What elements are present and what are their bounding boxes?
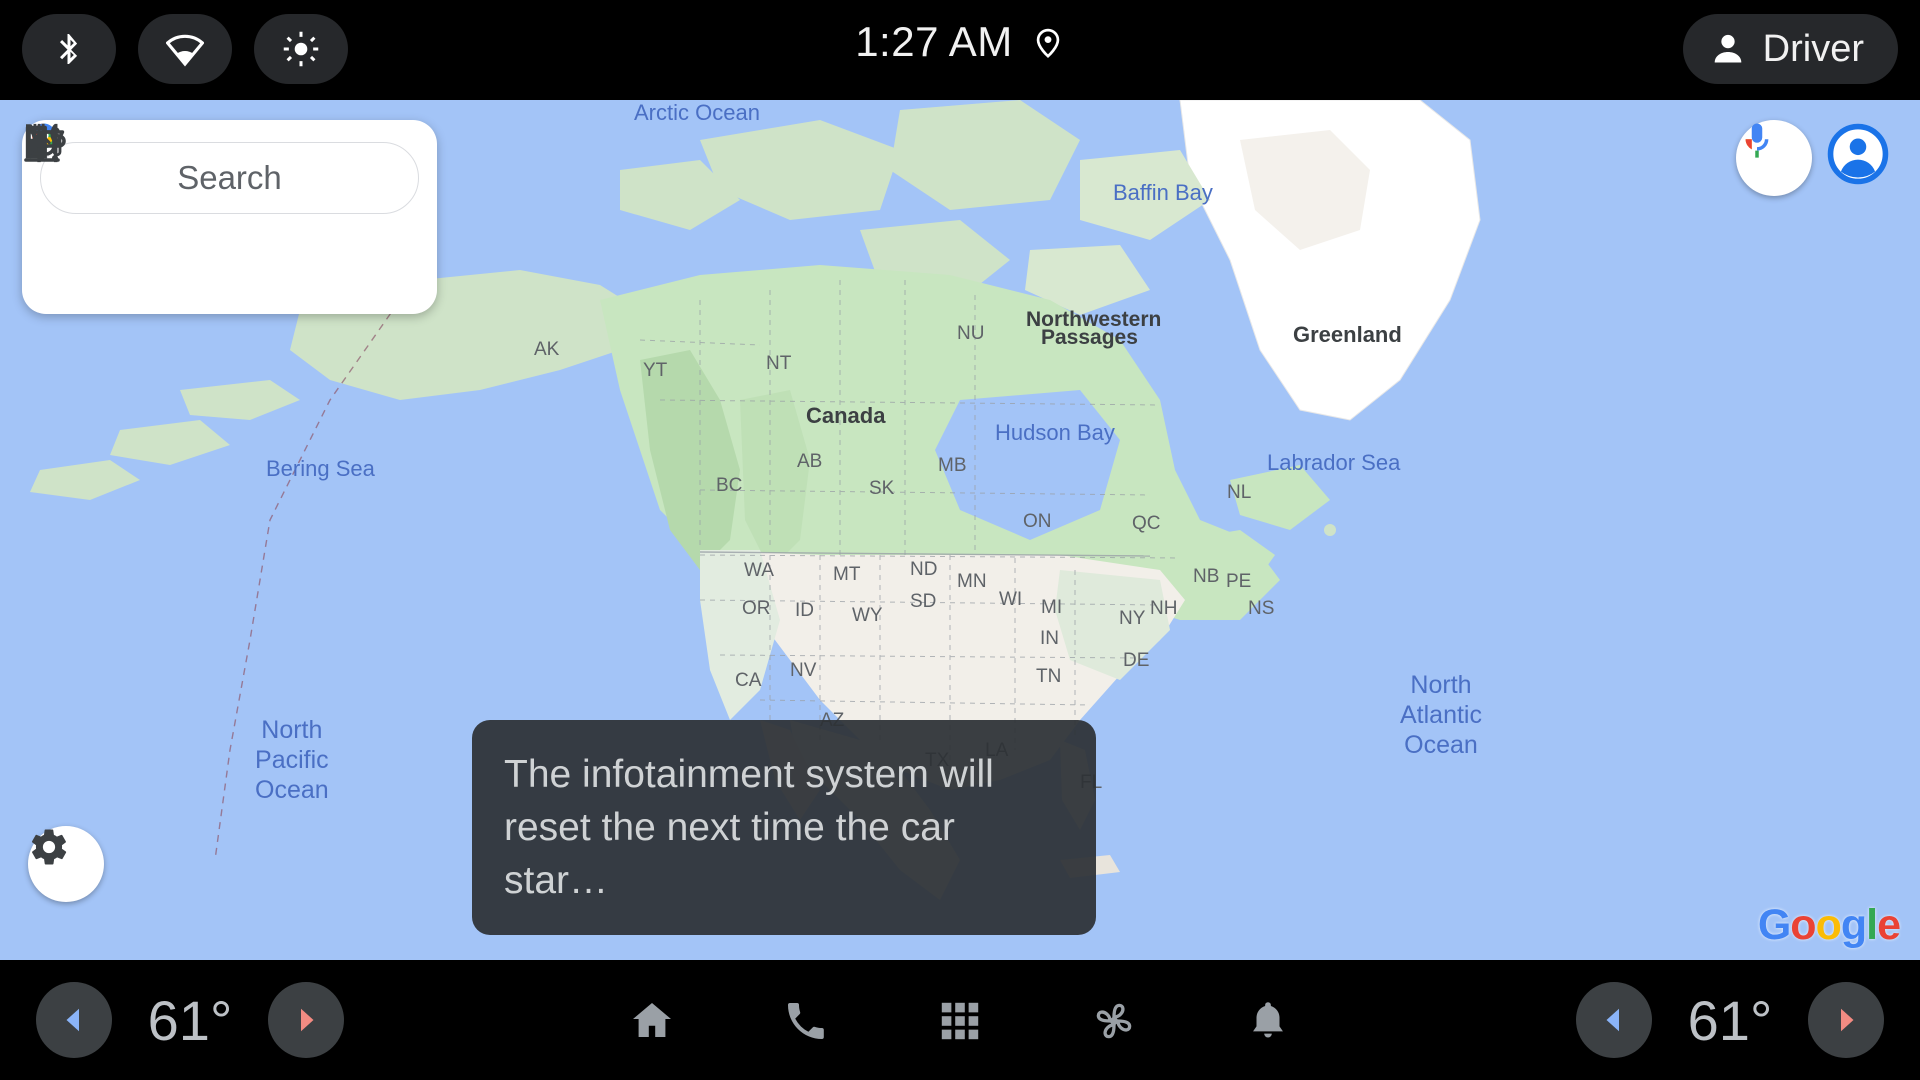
home-icon <box>628 997 676 1045</box>
fan-icon <box>1089 996 1139 1046</box>
map-settings-button[interactable] <box>28 826 104 902</box>
arrow-left-icon <box>1599 1005 1629 1035</box>
maps-search-card[interactable]: Search <box>22 120 437 314</box>
toast-notification: The infotainment system will reset the n… <box>472 720 1096 935</box>
google-attribution: Google <box>1757 901 1901 950</box>
nav-item-notifications[interactable] <box>1233 986 1303 1056</box>
nav-item-home[interactable] <box>617 986 687 1056</box>
account-button[interactable] <box>1826 122 1898 194</box>
search-placeholder: Search <box>177 159 282 196</box>
apps-grid-icon <box>937 998 983 1044</box>
status-bar: 1:27 AM Driver <box>0 0 1920 100</box>
google-letter: o <box>1790 901 1816 949</box>
bell-icon <box>1245 998 1291 1044</box>
google-letter: G <box>1757 901 1791 949</box>
clock: 1:27 AM <box>855 18 1013 65</box>
profile-label: Driver <box>1762 27 1864 70</box>
passenger-temperature: 61° <box>1687 988 1773 1052</box>
clock-area: 1:27 AM <box>0 18 1920 66</box>
profile-button[interactable]: Driver <box>1682 14 1898 84</box>
google-letter: e <box>1877 901 1901 949</box>
person-icon <box>1709 30 1747 68</box>
search-input[interactable]: Search <box>29 123 419 214</box>
google-letter: g <box>1840 901 1867 949</box>
category-shortcuts <box>24 123 419 296</box>
arrow-right-icon <box>1831 1005 1861 1035</box>
bottom-nav-bar: 61° 61° <box>0 960 1920 1080</box>
nav-item-apps[interactable] <box>925 986 995 1056</box>
google-letter: l <box>1866 901 1878 949</box>
nav-item-climate[interactable] <box>1079 986 1149 1056</box>
location-pin-icon <box>1031 25 1065 59</box>
passenger-climate-control: 61° <box>1576 982 1884 1058</box>
shopping-cart-icon[interactable] <box>26 124 307 290</box>
map-view[interactable]: Arctic Ocean Baffin Bay Bering Sea Hudso… <box>0 100 1920 960</box>
profile-area: Driver <box>1682 14 1898 84</box>
fork-knife-icon[interactable] <box>33 123 212 290</box>
voice-search-button[interactable] <box>1736 120 1812 196</box>
toast-message: The infotainment system will reset the n… <box>504 753 994 902</box>
nav-item-phone[interactable] <box>771 986 841 1056</box>
phone-icon <box>782 997 830 1045</box>
gas-pump-icon[interactable] <box>25 125 118 290</box>
google-letter: o <box>1815 901 1842 949</box>
coffee-cup-icon[interactable] <box>24 130 401 290</box>
passenger-temp-decrease-button[interactable] <box>1576 982 1652 1058</box>
infotainment-screen: Arctic Ocean Baffin Bay Bering Sea Hudso… <box>0 0 1920 1080</box>
passenger-temp-increase-button[interactable] <box>1808 982 1884 1058</box>
